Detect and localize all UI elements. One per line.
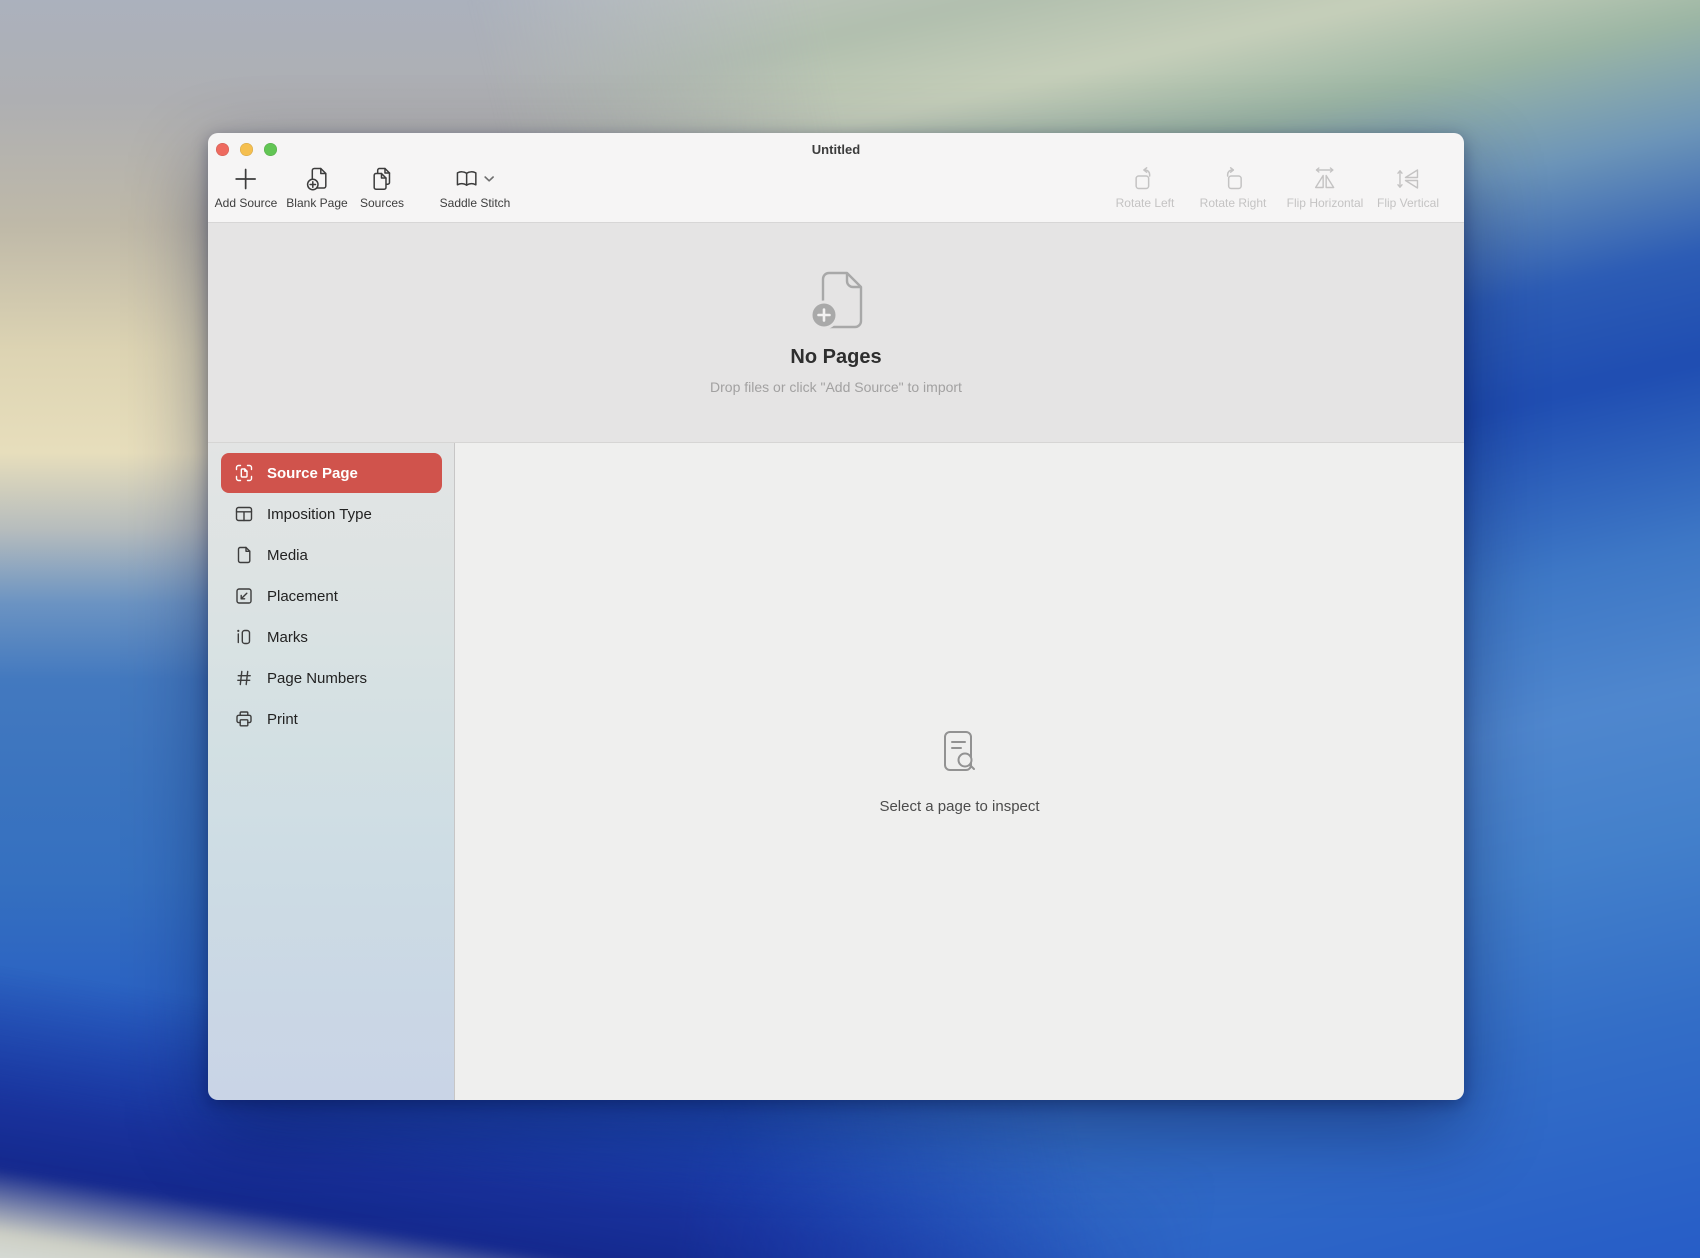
add-source-label: Add Source [214,196,278,210]
page-search-icon [942,729,978,782]
blank-page-icon [304,166,330,192]
flip-horizontal-button[interactable]: Flip Horizontal [1286,166,1364,210]
inspector-empty-text: Select a page to inspect [879,797,1040,815]
desktop: Untitled Add Source Blank Page Sources S… [0,0,1700,1258]
rotate-right-button[interactable]: Rotate Right [1199,166,1267,210]
sidebar-item-label: Imposition Type [267,505,372,523]
window-title: Untitled [811,142,861,157]
flip-horizontal-icon [1312,166,1338,192]
no-pages-subtitle: Drop files or click "Add Source" to impo… [710,378,962,395]
blank-page-button[interactable]: Blank Page [286,166,348,210]
rotate-left-button[interactable]: Rotate Left [1115,166,1175,210]
sources-button[interactable]: Sources [360,166,404,210]
placement-icon [234,586,254,606]
flip-horizontal-label: Flip Horizontal [1286,196,1364,210]
add-source-button[interactable]: Add Source [214,166,278,210]
app-window: Untitled Add Source Blank Page Sources S… [208,133,1464,1100]
imposition-grid-icon [234,504,254,524]
sidebar-item-page-numbers[interactable]: Page Numbers [221,658,442,698]
page-numbers-icon [234,668,254,688]
sidebar-item-media[interactable]: Media [221,535,442,575]
flip-vertical-button[interactable]: Flip Vertical [1377,166,1439,210]
sidebar-item-label: Media [267,546,308,564]
sidebar-item-label: Placement [267,587,338,605]
sidebar-item-placement[interactable]: Placement [221,576,442,616]
flip-vertical-icon [1395,166,1421,192]
inspector-panel: Select a page to inspect [455,443,1464,1100]
blank-page-label: Blank Page [286,196,348,210]
flip-vertical-label: Flip Vertical [1376,196,1440,210]
titlebar-toolbar: Untitled Add Source Blank Page Sources S… [208,133,1464,223]
window-body: Source Page Imposition Type Media Placem… [208,443,1464,1100]
document-add-icon [807,271,865,334]
sidebar-item-label: Page Numbers [267,669,368,687]
saddle-stitch-button[interactable]: Saddle Stitch [439,166,511,210]
sidebar-item-imposition-type[interactable]: Imposition Type [221,494,442,534]
source-page-icon [234,463,254,483]
no-pages-title: No Pages [790,345,882,368]
sidebar-item-marks[interactable]: Marks [221,617,442,657]
book-icon [455,169,479,189]
sidebar-item-source-page[interactable]: Source Page [221,453,442,493]
chevron-down-icon [484,175,495,183]
printer-icon [234,709,254,729]
sidebar-item-label: Print [267,710,298,728]
drop-import-area[interactable]: No Pages Drop files or click "Add Source… [208,223,1464,443]
rotate-left-label: Rotate Left [1115,196,1175,210]
sidebar: Source Page Imposition Type Media Placem… [208,443,454,1100]
documents-icon [369,166,395,192]
saddle-stitch-label: Saddle Stitch [439,196,511,210]
marks-icon [234,627,254,647]
sidebar-item-label: Marks [267,628,308,646]
sources-label: Sources [359,196,405,210]
plus-icon [233,166,259,192]
rotate-left-icon [1132,166,1158,192]
rotate-right-icon [1220,166,1246,192]
rotate-right-label: Rotate Right [1199,196,1267,210]
sidebar-item-print[interactable]: Print [221,699,442,739]
media-page-icon [234,545,254,565]
sidebar-item-label: Source Page [267,464,358,482]
